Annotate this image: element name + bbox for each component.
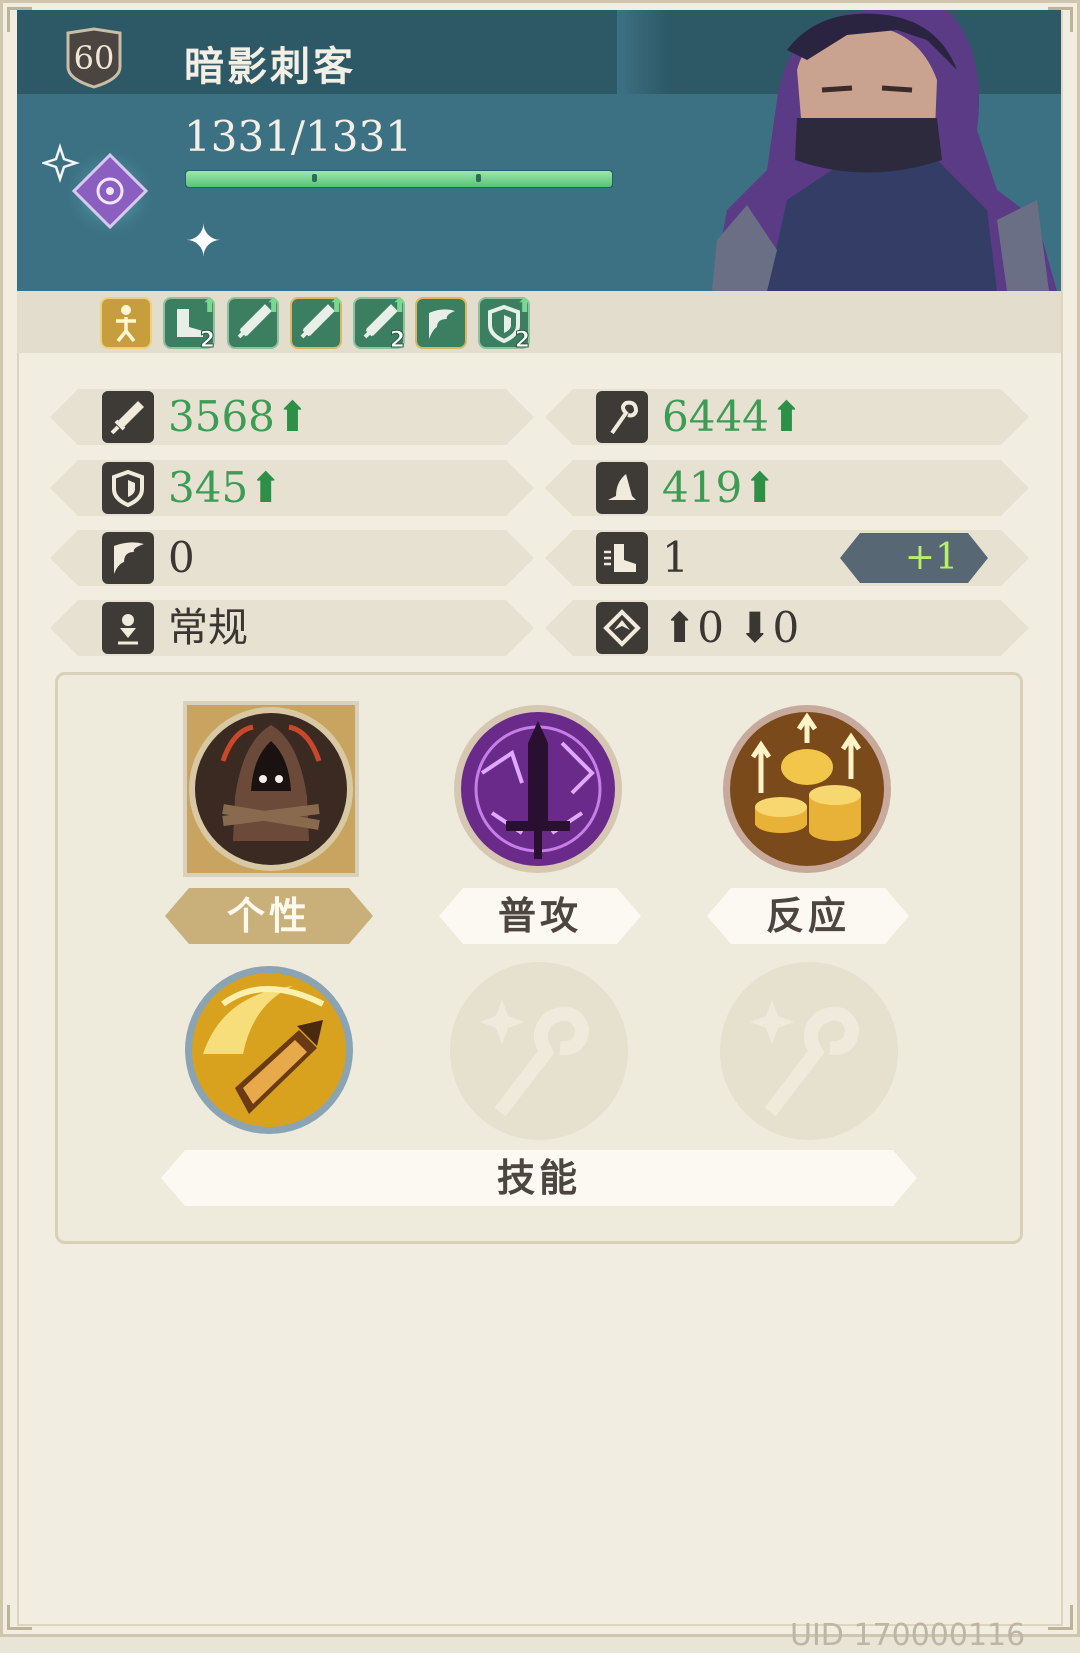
corner-ornament: [7, 1605, 32, 1630]
wing-icon: [102, 532, 154, 584]
tab-reaction[interactable]: 反应: [707, 888, 909, 944]
character-name: 暗影刺客: [184, 44, 356, 90]
tab-normal-attack[interactable]: 普攻: [439, 888, 641, 944]
hp-bar: [185, 170, 613, 188]
empty-staff-slot-icon: [720, 962, 898, 1140]
character-header: 60 暗影刺客 1331/1331 ✦: [17, 10, 1061, 291]
level-value: 60: [73, 39, 115, 77]
pin-icon: [102, 602, 154, 654]
wizard-hat-icon: [596, 462, 648, 514]
staff-icon: [596, 391, 648, 443]
buff-up-arrow: ⬆: [201, 293, 218, 317]
gold-coins-icon[interactable]: [721, 703, 893, 875]
diamond-arrows-icon: [596, 602, 648, 654]
buff-up-arrow: ⬆: [391, 293, 408, 317]
buff-up-arrow: ⬆: [265, 293, 282, 317]
attack-sword-up-icon[interactable]: ⬆: [290, 293, 345, 349]
tab-trait[interactable]: 个性: [165, 888, 373, 944]
hp-bar-fill: [186, 171, 612, 187]
up-arrow-icon: ⬆: [662, 603, 698, 652]
empty-staff-slot-icon: [450, 962, 628, 1140]
arcane-eye-diamond-icon[interactable]: [40, 135, 156, 245]
stat-up-arrow: ⬆: [742, 463, 778, 512]
stat-evasion-value: 0: [168, 533, 195, 582]
buff-up-arrow: ⬆: [328, 293, 345, 317]
speed-boot-up-icon[interactable]: ⬆ 2: [163, 293, 218, 354]
attack-sword-up-icon[interactable]: ⬆: [227, 293, 282, 349]
stat-speed-value: 1: [662, 533, 689, 582]
buff-count: 2: [389, 328, 405, 354]
speed-bonus-badge: +1: [840, 533, 988, 583]
stat-up-arrow: ⬆: [768, 392, 805, 441]
evasion-wing-icon[interactable]: [415, 297, 467, 349]
full-body-buff-icon[interactable]: [100, 297, 152, 349]
golden-dagger-slash-icon[interactable]: [183, 964, 355, 1136]
level-badge: 60: [64, 27, 124, 89]
purple-sword-icon[interactable]: [452, 703, 624, 875]
shield-icon: [102, 462, 154, 514]
buff-up-arrow: ⬆: [516, 293, 533, 317]
stat-up-arrow: ⬆: [274, 392, 311, 441]
hp-bar-tick: [312, 174, 317, 182]
stat-defense-value: 345⬆: [168, 463, 284, 512]
character-portrait: [617, 10, 1061, 291]
uid-text: UID 170000116: [790, 1618, 1026, 1653]
down-arrow-icon: ⬇: [737, 603, 773, 652]
stat-magic-value: 6444⬆: [662, 392, 805, 441]
star-icon: ✦: [185, 216, 222, 267]
buff-count: 2: [199, 328, 215, 354]
stat-stance-value: 常规: [168, 605, 248, 651]
hp-value: 1331/1331: [184, 112, 412, 161]
hp-bar-tick: [476, 174, 481, 182]
stat-attack-value: 3568⬆: [168, 392, 311, 441]
corner-ornament: [1048, 1605, 1073, 1630]
stat-resistance-value: 419⬆: [662, 463, 778, 512]
attack-sword-up-icon[interactable]: ⬆ 2: [353, 293, 408, 354]
defense-shield-up-icon[interactable]: ⬆ 2: [478, 293, 533, 354]
sword-icon: [102, 391, 154, 443]
tab-skills[interactable]: 技能: [161, 1150, 917, 1206]
stat-up-arrow: ⬆: [248, 463, 284, 512]
boot-icon: [596, 532, 648, 584]
hooded-assassin-icon[interactable]: [183, 701, 359, 877]
stat-elevation-value: ⬆0 ⬇0: [662, 603, 800, 652]
buff-count: 2: [514, 328, 530, 354]
